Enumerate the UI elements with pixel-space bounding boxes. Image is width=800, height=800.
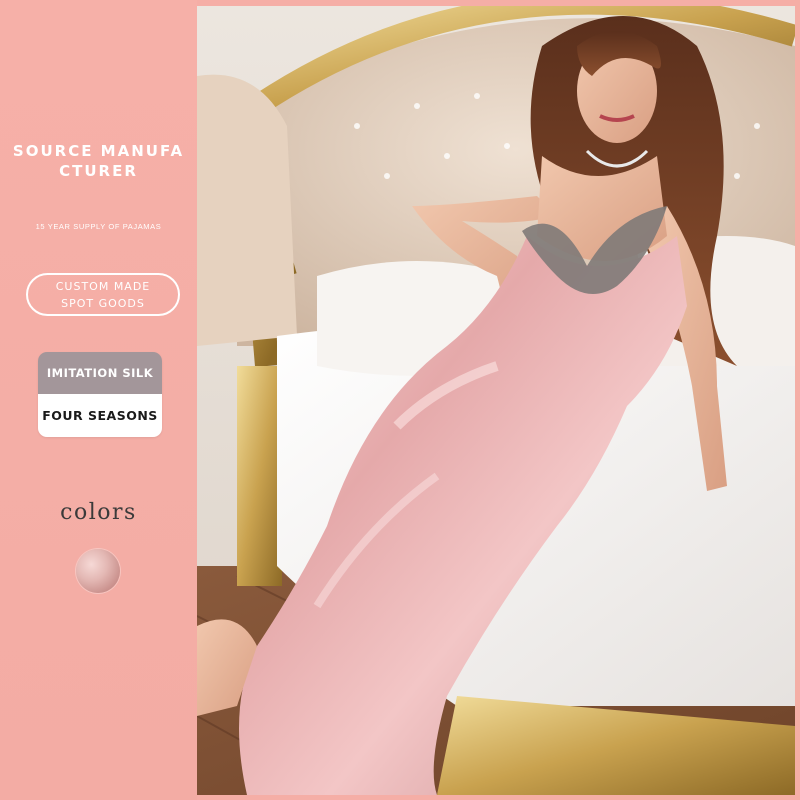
color-swatch-pink[interactable] <box>76 549 120 593</box>
product-page: SOURCE MANUFA CTURER 15 YEAR SUPPLY OF P… <box>0 0 800 800</box>
brand-title-line2: CTURER <box>59 162 138 180</box>
info-sidebar: SOURCE MANUFA CTURER 15 YEAR SUPPLY OF P… <box>0 0 197 800</box>
product-photo <box>197 6 795 795</box>
brand-subtitle: 15 YEAR SUPPLY OF PAJAMAS <box>35 222 162 231</box>
custom-spot-badge: CUSTOM MADE SPOT GOODS <box>26 273 180 316</box>
brand-title-line1: SOURCE MANUFA <box>12 142 185 160</box>
feature-tag-season: FOUR SEASONS <box>38 394 162 437</box>
photo-illustration <box>197 6 795 795</box>
colors-label: colors <box>60 500 137 525</box>
feature-tag: IMITATION SILK FOUR SEASONS <box>38 352 162 437</box>
pill-line2: SPOT GOODS <box>61 297 145 310</box>
pill-line1: CUSTOM MADE <box>55 280 151 293</box>
brand-title: SOURCE MANUFA CTURER <box>0 141 197 181</box>
feature-tag-material: IMITATION SILK <box>38 352 162 394</box>
